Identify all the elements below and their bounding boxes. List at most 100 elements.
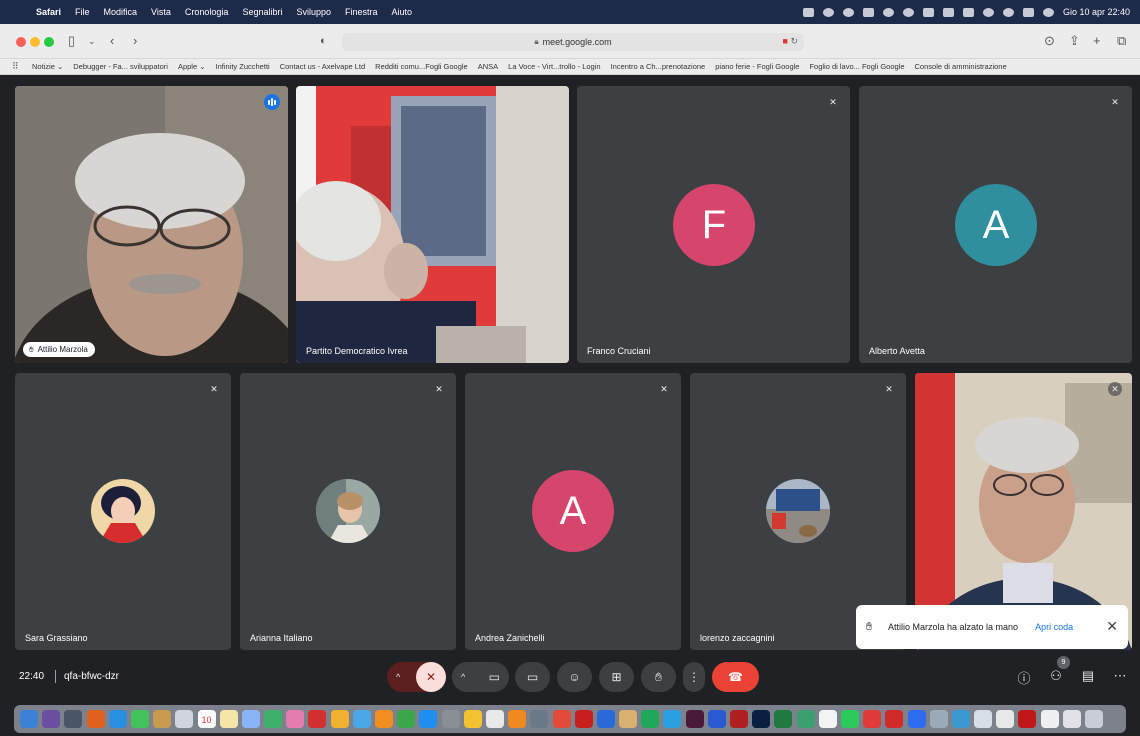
bookmark-la-voce[interactable]: La Voce - Virt...trollo - Login: [508, 62, 600, 71]
audio-options-chevron-icon[interactable]: ^: [396, 672, 400, 682]
telegram-icon[interactable]: [663, 710, 682, 728]
reactions-button[interactable]: ☺: [557, 662, 592, 692]
meeting-info-icon[interactable]: ⓘ: [1015, 668, 1033, 687]
chat-icon[interactable]: ▤: [1079, 668, 1097, 684]
app-search-icon[interactable]: [951, 710, 970, 728]
siri-icon[interactable]: [42, 710, 61, 728]
vlc-icon[interactable]: [508, 710, 527, 728]
numbers-icon[interactable]: [397, 710, 416, 728]
grid-icon[interactable]: ⠿: [12, 61, 22, 72]
meeting-code[interactable]: qfa-bfwc-dzr: [64, 671, 119, 682]
excel-icon[interactable]: [774, 710, 793, 728]
bookmark-piano-ferie[interactable]: piano ferie - Fogli Google: [715, 62, 799, 71]
participant-tile-pd-ivrea[interactable]: Partito Democratico Ivrea: [296, 86, 569, 363]
tray-app-icon[interactable]: [862, 7, 874, 17]
forward-icon[interactable]: ›: [133, 33, 137, 49]
present-button[interactable]: ⊞: [599, 662, 634, 692]
preview-icon[interactable]: [241, 710, 260, 728]
finder-icon[interactable]: [20, 710, 38, 728]
menu-vista[interactable]: Vista: [151, 7, 171, 17]
spotlight-icon[interactable]: [1002, 7, 1014, 17]
menu-finestra[interactable]: Finestra: [345, 7, 378, 17]
launchpad-icon[interactable]: [64, 710, 83, 728]
app-tan-icon[interactable]: [619, 710, 638, 728]
whatsapp-icon[interactable]: [840, 710, 859, 728]
messages-icon[interactable]: [130, 710, 149, 728]
minimize-window-button[interactable]: [30, 37, 40, 47]
bookmark-redditi[interactable]: Redditi comu...Fogli Google: [375, 62, 468, 71]
more-options-button[interactable]: ⋮: [683, 662, 705, 692]
mic-toggle-button[interactable]: ✕: [416, 662, 446, 692]
bookmark-infinity[interactable]: Infinity Zucchetti: [216, 62, 270, 71]
system-settings-icon[interactable]: [441, 710, 460, 728]
address-bar[interactable]: 🔒︎ meet.google.com ■ ↻: [342, 33, 804, 51]
app-teal-icon[interactable]: [796, 710, 815, 728]
bluetooth-icon[interactable]: [942, 7, 954, 17]
menu-cronologia[interactable]: Cronologia: [185, 7, 229, 17]
tray-status-icon[interactable]: [842, 7, 854, 17]
captions-button[interactable]: ▭: [515, 662, 550, 692]
bookmark-debugger[interactable]: Debugger - Fa... sviluppatori: [73, 62, 168, 71]
activities-icon[interactable]: ⋯: [1111, 668, 1129, 684]
app-red-icon[interactable]: [308, 710, 327, 728]
participant-tile-sara[interactable]: ✕ Sara Grassiano: [15, 373, 231, 650]
textedit-icon[interactable]: [485, 710, 504, 728]
menu-modifica[interactable]: Modifica: [104, 7, 138, 17]
close-icon[interactable]: ✕: [1106, 618, 1118, 635]
participant-tile-arianna[interactable]: ✕ Arianna Italiano: [240, 373, 456, 650]
bookmark-console[interactable]: Console di amministrazione: [915, 62, 1007, 71]
app-blue-icon[interactable]: [596, 710, 615, 728]
document-icon[interactable]: [1040, 710, 1059, 728]
reload-icon[interactable]: ↻: [790, 36, 798, 46]
app-store-icon[interactable]: [419, 710, 438, 728]
app-yellow-icon[interactable]: [463, 710, 482, 728]
wifi-icon[interactable]: [982, 7, 994, 17]
app-gray-icon[interactable]: [530, 710, 549, 728]
bookmark-incentro[interactable]: Incentro a Ch...prenotazione: [611, 62, 706, 71]
chevron-down-icon[interactable]: ⌄: [88, 33, 96, 49]
leave-call-button[interactable]: ☎︎: [712, 662, 759, 692]
app-light-icon[interactable]: [974, 710, 993, 728]
sidebar-icon[interactable]: ▯: [68, 33, 75, 49]
app-gear-icon[interactable]: [929, 710, 948, 728]
zoom-icon[interactable]: [907, 710, 926, 728]
safari-icon[interactable]: [108, 710, 127, 728]
download-icon[interactable]: ⊙: [1044, 33, 1055, 49]
keynote-icon[interactable]: [352, 710, 371, 728]
menu-sviluppo[interactable]: Sviluppo: [296, 7, 331, 17]
participant-tile-alberto[interactable]: ✕ A Alberto Avetta: [859, 86, 1132, 363]
notes-icon[interactable]: [219, 710, 238, 728]
shield-icon[interactable]: ◐: [320, 33, 327, 49]
participant-tile-andrea[interactable]: ✕ A Andrea Zanichelli: [465, 373, 681, 650]
pages-icon[interactable]: [330, 710, 349, 728]
filezilla-icon[interactable]: [730, 710, 748, 728]
camera-toggle-button[interactable]: ▭: [489, 670, 500, 684]
anydesk-icon[interactable]: [863, 710, 882, 728]
volume-icon[interactable]: [922, 7, 934, 17]
app-tray-icon[interactable]: [822, 7, 834, 17]
fullscreen-window-button[interactable]: [44, 37, 54, 47]
app-red2-icon[interactable]: [885, 710, 904, 728]
bookmark-notizie[interactable]: Notizie ⌄: [32, 62, 63, 71]
acrobat-reader-icon[interactable]: [1018, 710, 1037, 728]
bookmark-ansa[interactable]: ANSA: [478, 62, 498, 71]
menu-file[interactable]: File: [75, 7, 90, 17]
photos-icon[interactable]: [286, 710, 305, 728]
folder-icon[interactable]: [1062, 710, 1081, 728]
share-icon[interactable]: ⇪: [1069, 33, 1080, 49]
firefox-icon[interactable]: [86, 710, 105, 728]
camera-icon[interactable]: [802, 7, 814, 17]
tab-overview-icon[interactable]: ⧉: [1117, 33, 1126, 49]
app-white-icon[interactable]: [818, 710, 837, 728]
raise-hand-button[interactable]: ✋︎: [641, 662, 676, 692]
app-green-icon[interactable]: [641, 710, 660, 728]
siri-icon[interactable]: [1042, 7, 1054, 17]
menu-segnalibri[interactable]: Segnalibri: [242, 7, 282, 17]
new-tab-icon[interactable]: +: [1093, 33, 1101, 49]
menu-app-safari[interactable]: Safari: [36, 7, 61, 17]
participant-tile-franco[interactable]: ✕ F Franco Cruciani: [577, 86, 850, 363]
books-icon[interactable]: [375, 710, 393, 728]
photoshop-icon[interactable]: [752, 710, 771, 728]
search-tray-icon[interactable]: [882, 7, 894, 17]
word-icon[interactable]: [707, 710, 726, 728]
